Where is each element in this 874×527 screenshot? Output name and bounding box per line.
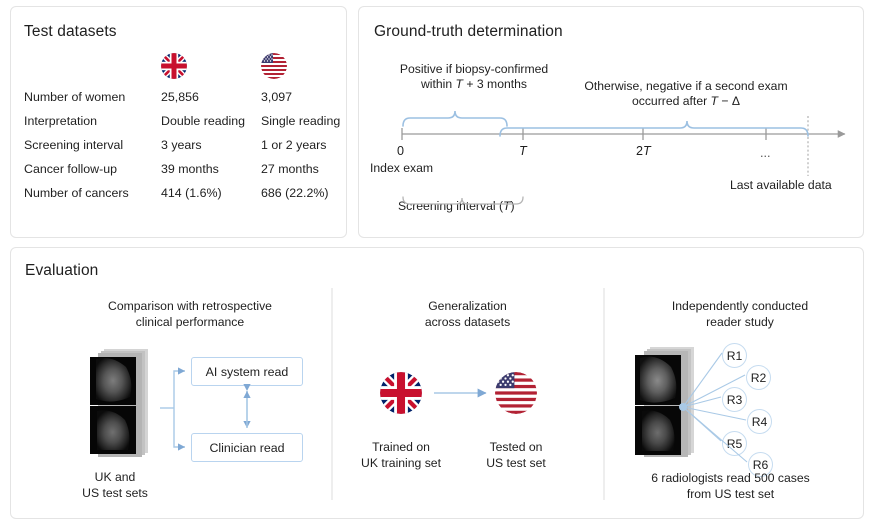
index-exam-label: Index exam — [370, 161, 433, 176]
us-flag-svg — [495, 372, 537, 414]
table-row: Cancer follow-up 39 months 27 months — [24, 162, 361, 186]
uk-flag-svg — [161, 53, 187, 79]
mammogram-stack-uk-us — [88, 349, 164, 462]
row-label: Number of cancers — [24, 186, 161, 210]
negative-criterion-note: Otherwise, negative if a second examoccu… — [566, 79, 806, 109]
row-value-us: Single reading — [261, 114, 361, 138]
positive-criterion-note: Positive if biopsy-confirmedwithin T + 3… — [389, 62, 559, 92]
mammogram-stack-svg — [88, 349, 164, 457]
row-value-uk: 414 (1.6%) — [161, 186, 261, 210]
trained-on-caption: Trained on UK training set — [355, 440, 447, 471]
test-datasets-table: Number of women 25,856 3,097 Interpretat… — [24, 90, 361, 210]
row-value-us: 27 months — [261, 162, 361, 186]
eval-column-heading-generalization: Generalization across datasets — [360, 299, 575, 330]
row-value-uk: 25,856 — [161, 90, 261, 114]
row-value-uk: 3 years — [161, 138, 261, 162]
test-datasets-title: Test datasets — [24, 23, 117, 41]
us-flag-icon-generalization — [495, 372, 537, 414]
row-value-us: 686 (22.2%) — [261, 186, 361, 210]
eval-column-heading-comparison: Comparison with retrospective clinical p… — [75, 299, 305, 330]
reader-circle-R5: R5 — [722, 431, 747, 456]
table-row: Interpretation Double reading Single rea… — [24, 114, 361, 138]
eval-column-heading-reader-study: Independently conducted reader study — [625, 299, 855, 330]
table-row: Number of women 25,856 3,097 — [24, 90, 361, 114]
screening-interval-label: Screening interval (T) — [398, 199, 515, 214]
row-value-us: 1 or 2 years — [261, 138, 361, 162]
uk-us-test-sets-caption: UK and US test sets — [50, 470, 180, 501]
uk-flag-icon-generalization — [380, 372, 422, 414]
uk-flag-icon — [161, 53, 187, 79]
uk-flag-svg — [380, 372, 422, 414]
ai-system-read-box[interactable]: AI system read — [191, 357, 303, 386]
row-label: Interpretation — [24, 114, 161, 138]
reader-circle-R4: R4 — [747, 409, 772, 434]
row-label: Cancer follow-up — [24, 162, 161, 186]
row-label: Number of women — [24, 90, 161, 114]
row-label: Screening interval — [24, 138, 161, 162]
ground-truth-title: Ground-truth determination — [374, 23, 563, 41]
axis-tick-T: T — [519, 144, 527, 159]
tested-on-caption: Tested on US test set — [470, 440, 562, 471]
axis-tick-dots: ... — [760, 146, 771, 161]
evaluation-title: Evaluation — [25, 262, 98, 280]
last-available-data-label: Last available data — [730, 178, 832, 193]
clinician-read-box[interactable]: Clinician read — [191, 433, 303, 462]
row-value-us: 3,097 — [261, 90, 361, 114]
reader-study-caption: 6 radiologists read 500 cases from US te… — [608, 471, 853, 502]
reader-circle-R1: R1 — [722, 343, 747, 368]
reader-circle-R2: R2 — [746, 365, 771, 390]
us-flag-icon — [261, 53, 287, 79]
mammogram-stack-svg — [633, 347, 709, 457]
axis-tick-2T: 2T — [636, 144, 651, 159]
row-value-uk: 39 months — [161, 162, 261, 186]
reader-circle-R3: R3 — [722, 387, 747, 412]
table-row: Screening interval 3 years 1 or 2 years — [24, 138, 361, 162]
row-value-uk: Double reading — [161, 114, 261, 138]
table-row: Number of cancers 414 (1.6%) 686 (22.2%) — [24, 186, 361, 210]
axis-tick-0: 0 — [397, 144, 404, 159]
mammogram-stack-reader-study — [633, 347, 709, 462]
us-flag-svg — [261, 53, 287, 79]
